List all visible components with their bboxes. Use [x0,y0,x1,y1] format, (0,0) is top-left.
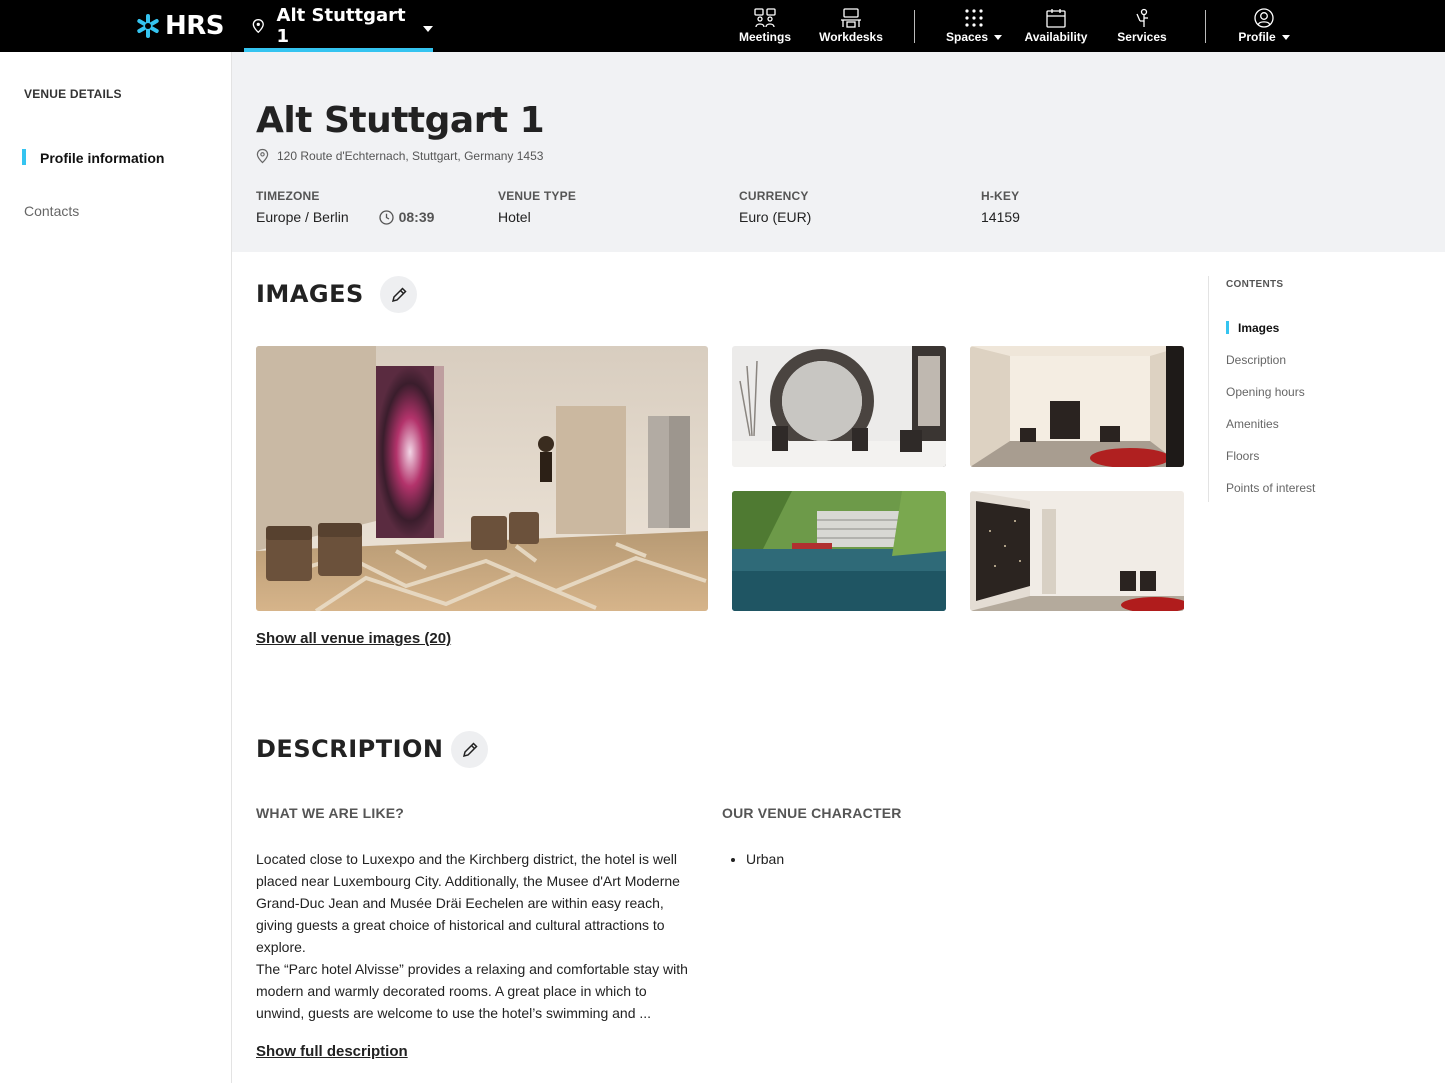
chevron-down-icon [423,26,433,32]
timezone-value: Europe / Berlin [256,209,349,225]
toc-item-amenities[interactable]: Amenities [1226,417,1279,431]
nav-spaces-text: Spaces [945,30,989,44]
what-we-are-like-heading: WHAT WE ARE LIKE? [256,805,405,821]
venue-character-list: Urban [722,848,784,870]
venue-type-field: VENUE TYPE Hotel [498,189,576,225]
venue-image-lake[interactable] [732,491,946,611]
sidebar-item-profile-information[interactable]: Profile information [21,149,164,166]
nav-profile-label: Profile [1238,30,1290,44]
location-pin-icon [256,148,269,164]
workdesks-icon [841,8,861,28]
nav-spaces-label: Spaces [945,30,1003,44]
location-pin-icon [252,19,264,34]
hkey-label: H-KEY [981,189,1020,203]
nav-spaces[interactable]: Spaces [943,0,1005,52]
venue-type-value: Hotel [498,209,531,225]
venue-switcher[interactable]: Alt Stuttgart 1 [244,0,433,52]
venue-image-restaurant[interactable] [732,346,946,467]
nav-divider [914,10,915,43]
currency-label: CURRENCY [739,189,809,203]
current-venue-name: Alt Stuttgart 1 [276,5,406,47]
toc-item-opening-hours[interactable]: Opening hours [1226,385,1305,399]
contents-navigation: CONTENTS Images Description Opening hour… [1208,276,1438,502]
venue-details-sidebar: VENUE DETAILS Profile information Contac… [0,52,232,1083]
nav-meetings-label: Meetings [738,30,791,44]
venue-header: Alt Stuttgart 1 120 Route d'Echternach, … [232,52,1445,252]
currency-field: CURRENCY Euro (EUR) [739,189,811,225]
meetings-icon [754,8,776,28]
hkey-field: H-KEY 14159 [981,189,1020,225]
address-text: 120 Route d'Echternach, Stuttgart, Germa… [277,149,544,163]
images-section-title: IMAGES [256,280,364,308]
chevron-down-icon [994,34,1003,40]
venue-image-hallway[interactable] [970,346,1184,467]
chevron-down-icon [1281,34,1290,40]
sidebar-item-contacts[interactable]: Contacts [24,203,79,219]
nav-services[interactable]: Services [1114,0,1170,52]
toc-item-floors[interactable]: Floors [1226,449,1259,463]
nav-divider [1205,10,1206,43]
venue-character-heading: OUR VENUE CHARACTER [722,805,902,821]
page-title: Alt Stuttgart 1 [256,100,545,141]
hrs-star-icon [137,14,159,38]
show-all-images-link[interactable]: Show all venue images (20) [256,630,451,647]
local-time: 08:39 [378,209,435,225]
nav-workdesks-label: Workdesks [819,30,883,44]
clock-icon [378,209,394,225]
venue-image-lobby[interactable] [256,346,708,611]
local-time-value: 08:39 [398,209,435,225]
nav-meetings[interactable]: Meetings [737,0,793,52]
sidebar-section-title: VENUE DETAILS [24,87,122,101]
nav-workdesks[interactable]: Workdesks [817,0,885,52]
spaces-grid-icon [965,9,983,27]
nav-availability-label: Availability [1024,30,1088,44]
venue-image-lounge[interactable] [970,491,1184,611]
contents-title: CONTENTS [1226,279,1284,290]
description-section-title: DESCRIPTION [256,735,444,763]
brand-name: HRS [165,11,225,41]
edit-images-button[interactable] [380,276,417,313]
nav-services-label: Services [1117,30,1167,44]
pencil-icon [391,286,407,302]
calendar-icon [1046,9,1066,28]
list-item: Urban [746,848,784,870]
pencil-icon [462,741,478,757]
hrs-logo[interactable]: HRS [135,11,225,41]
toc-item-description[interactable]: Description [1226,353,1286,367]
services-icon [1136,8,1148,27]
venue-type-label: VENUE TYPE [498,189,577,203]
description-paragraph: Located close to Luxexpo and the Kirchbe… [256,851,680,955]
nav-profile-text: Profile [1238,30,1276,44]
edit-description-button[interactable] [451,731,488,768]
toc-item-points-of-interest[interactable]: Points of interest [1226,481,1315,495]
currency-value: Euro (EUR) [739,209,812,225]
description-text: Located close to Luxexpo and the Kirchbe… [256,848,698,1024]
show-full-description-link[interactable]: Show full description [256,1043,408,1060]
nav-profile[interactable]: Profile [1233,0,1295,52]
timezone-field: TIMEZONE Europe / Berlin 08:39 [256,189,434,225]
venue-address: 120 Route d'Echternach, Stuttgart, Germa… [256,148,543,164]
description-paragraph: The “Parc hotel Alvisse” provides a rela… [256,961,688,1021]
toc-item-images[interactable]: Images [1226,321,1279,335]
top-navigation-bar: HRS Alt Stuttgart 1 Meetings Workdesks S… [0,0,1445,52]
user-circle-icon [1254,8,1274,28]
hkey-value: 14159 [981,209,1020,225]
nav-availability[interactable]: Availability [1022,0,1090,52]
timezone-label: TIMEZONE [256,189,320,203]
